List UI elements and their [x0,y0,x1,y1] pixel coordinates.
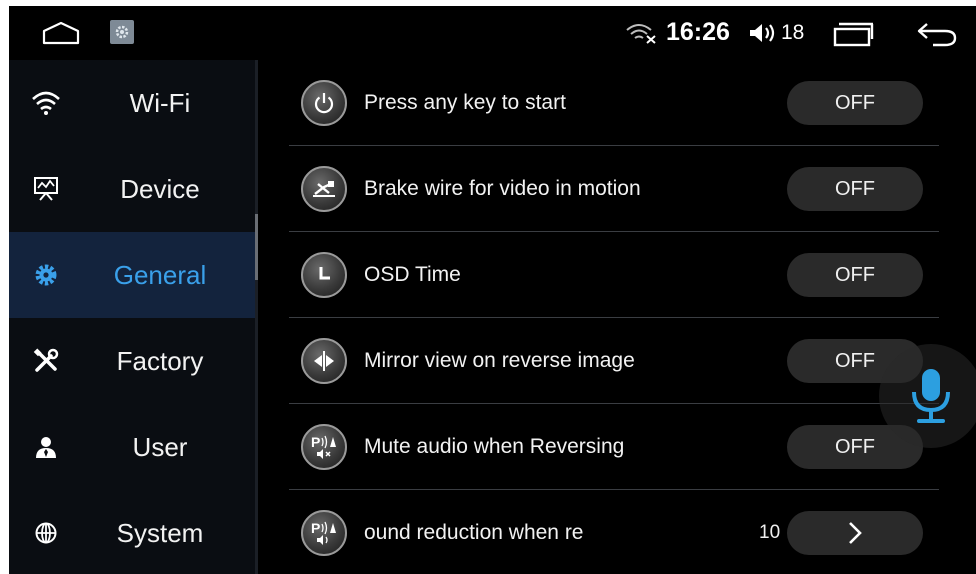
settings-list: Press any key to start OFF Brake wire fo… [289,60,939,574]
status-bar: 16:26 18 [9,6,976,60]
toggle-button[interactable]: OFF [787,81,923,125]
setting-label: Brake wire for video in motion [364,177,641,200]
svg-text:P: P [311,520,320,536]
sidebar-item-label: User [132,432,188,462]
open-setting-button[interactable] [787,511,923,555]
sidebar-item-wifi[interactable]: Wi-Fi [9,60,255,146]
settings-app-icon[interactable] [110,20,134,44]
setting-row-brake-wire[interactable]: Brake wire for video in motion OFF [289,146,939,232]
clock-time: 16:26 [666,18,730,46]
sidebar-item-label: Device [120,174,200,204]
sidebar-item-general[interactable]: General [9,232,255,318]
setting-row-mute-reversing[interactable]: P Mute audio when Reversing OFF [289,404,939,490]
recent-apps-icon[interactable] [831,21,875,47]
settings-sidebar: Wi-Fi Device General Factory User System [9,60,255,574]
tools-icon [31,347,61,375]
microphone-icon [912,369,950,423]
mirror-icon [301,338,347,384]
setting-row-sound-reduction[interactable]: P ound reduction when re 10 [289,490,939,574]
voice-assistant-button[interactable] [879,344,976,448]
back-icon[interactable] [915,20,959,48]
sidebar-item-label: Wi-Fi [129,88,191,118]
sidebar-item-label: System [116,518,204,548]
parking-mute-icon: P [301,424,347,470]
toggle-button[interactable]: OFF [787,167,923,211]
parking-volume-icon: P [301,510,347,556]
sidebar-item-label: General [113,260,207,290]
clock-icon [301,252,347,298]
toggle-button[interactable]: OFF [787,253,923,297]
wifi-off-icon [625,22,659,44]
user-icon [31,433,61,461]
sidebar-item-user[interactable]: User [9,404,255,490]
volume-level: 18 [781,21,805,44]
sidebar-item-factory[interactable]: Factory [9,318,255,404]
setting-label: OSD Time [364,263,461,286]
sidebar-scrollbar[interactable] [255,214,258,280]
setting-label: Mute audio when Reversing [364,435,625,458]
globe-icon [31,519,61,547]
screen: 16:26 18 Wi-Fi Device General Factory Us… [9,6,976,574]
chevron-right-icon [849,522,862,544]
sidebar-item-device[interactable]: Device [9,146,255,232]
sidebar-divider [255,60,258,574]
setting-value: 10 [759,522,781,543]
home-icon[interactable] [41,20,81,46]
setting-row-press-any-key[interactable]: Press any key to start OFF [289,60,939,146]
power-icon [301,80,347,126]
monitor-chart-icon [31,175,61,203]
sidebar-item-label: Factory [116,346,204,376]
gear-icon [31,261,61,289]
setting-label: ound reduction when re [364,521,584,544]
svg-text:P: P [311,434,320,450]
volume-icon[interactable] [748,22,780,44]
sidebar-item-system[interactable]: System [9,490,255,574]
setting-row-osd-time[interactable]: OSD Time OFF [289,232,939,318]
wifi-icon [31,89,61,117]
brake-icon [301,166,347,212]
setting-label: Press any key to start [364,91,566,114]
setting-row-mirror-view[interactable]: Mirror view on reverse image OFF [289,318,939,404]
setting-label: Mirror view on reverse image [364,349,635,372]
